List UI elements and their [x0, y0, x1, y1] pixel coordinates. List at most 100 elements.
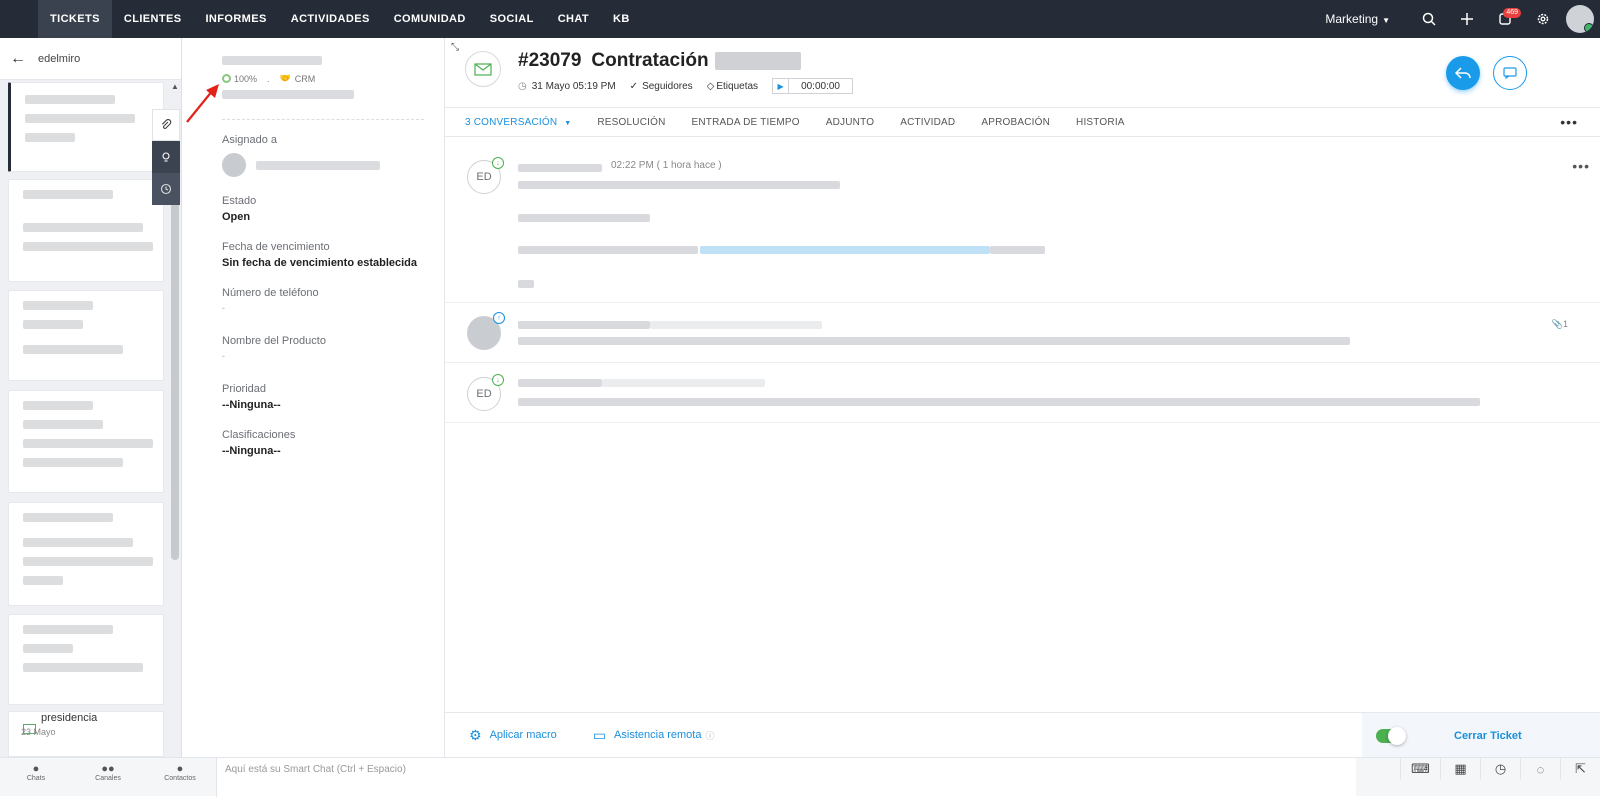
followers-label: Seguidores: [642, 80, 693, 92]
chevron-down-icon: ▼: [1382, 16, 1390, 25]
keyboard-icon[interactable]: ⌨: [1400, 758, 1440, 780]
conversation-thread[interactable]: ED ↓: [445, 363, 1600, 423]
ticket-date: ◷ 31 Mayo 05:19 PM: [518, 81, 616, 92]
nav-tab-informes[interactable]: INFORMES: [193, 0, 278, 38]
ticket-card[interactable]: [8, 390, 164, 493]
field-value-status[interactable]: Open: [222, 211, 444, 223]
assignee-avatar: [222, 153, 246, 177]
blurred-text: [23, 557, 153, 566]
field-label-status: Estado: [222, 195, 257, 207]
ticket-card[interactable]: [8, 179, 164, 282]
field-value-phone[interactable]: -: [222, 303, 444, 313]
tab-activity[interactable]: ACTIVIDAD: [900, 117, 955, 128]
field-value-product[interactable]: -: [222, 351, 444, 361]
apply-macro-button[interactable]: ⚙ Aplicar macro: [469, 727, 557, 744]
back-arrow-icon[interactable]: ←: [10, 50, 26, 68]
clock-icon[interactable]: ◷: [1480, 758, 1520, 780]
nav-tab-comunidad[interactable]: COMUNIDAD: [382, 0, 478, 38]
apply-macro-label: Aplicar macro: [489, 729, 557, 741]
collapse-icon[interactable]: ⤡: [451, 42, 459, 53]
nav-tab-clientes[interactable]: CLIENTES: [112, 0, 194, 38]
tab-history[interactable]: HISTORIA: [1076, 117, 1125, 128]
ticket-action-bar: ⚙ Aplicar macro ▭ Asistencia remota ⓘ Cerra…: [445, 712, 1600, 758]
footer-contacts[interactable]: ● Contactos: [144, 758, 216, 797]
close-ticket-button[interactable]: Cerrar Ticket: [1454, 730, 1522, 742]
blurred-link[interactable]: [700, 246, 990, 254]
thread-avatar: ED ↓: [467, 374, 504, 411]
blurred-text: [25, 95, 115, 104]
blurred-text: [518, 337, 1350, 345]
tab-approval[interactable]: APROBACIÓN: [981, 117, 1050, 128]
ticket-card[interactable]: [8, 290, 164, 381]
nav-tab-tickets[interactable]: TICKETS: [38, 0, 112, 38]
play-icon[interactable]: ▶: [773, 79, 790, 93]
followers-button[interactable]: ✓ Seguidores: [630, 81, 693, 92]
tab-resolution[interactable]: RESOLUCIÓN: [597, 117, 665, 128]
ticket-card[interactable]: [8, 614, 164, 705]
nav-tab-actividades[interactable]: ACTIVIDADES: [279, 0, 382, 38]
tab-time-entry[interactable]: ENTRADA DE TIEMPO: [692, 117, 800, 128]
close-toggle[interactable]: [1376, 726, 1406, 745]
attachment-count[interactable]: 📎1: [1552, 319, 1568, 330]
ticket-card[interactable]: [8, 82, 164, 172]
remote-assist-button[interactable]: ▭ Asistencia remota ⓘ: [593, 727, 715, 744]
more-options-icon[interactable]: •••: [1560, 114, 1578, 130]
more-options-icon[interactable]: •••: [1572, 158, 1590, 174]
ticket-list-filter: edelmiro: [38, 52, 81, 65]
calendar-icon[interactable]: ▦: [1440, 758, 1480, 780]
timer-value: 00:00:00: [801, 80, 840, 92]
ticket-card[interactable]: [8, 502, 164, 606]
tags-button[interactable]: ◇ Etiquetas: [707, 81, 758, 92]
blurred-text: [23, 538, 133, 547]
reply-all-button[interactable]: [1446, 56, 1480, 90]
blurred-text: [518, 398, 1480, 406]
department-selector[interactable]: Marketing ▼: [1325, 12, 1390, 26]
blurred-text: [23, 576, 63, 585]
tab-conversation[interactable]: 3 CONVERSACIÓN ▼: [465, 117, 571, 128]
blurred-text: [602, 379, 765, 387]
assignee-selector[interactable]: [222, 153, 444, 177]
ticket-card[interactable]: presidencia 23 Mayo: [8, 711, 164, 757]
tab-attachment[interactable]: ADJUNTO: [826, 117, 874, 128]
field-value-classification[interactable]: --Ninguna--: [222, 445, 444, 457]
blurred-text: [25, 133, 75, 142]
conversation-thread[interactable]: ↑ 📎1: [445, 303, 1600, 363]
nav-tab-chat[interactable]: CHAT: [546, 0, 601, 38]
blurred-text: [518, 280, 534, 288]
field-value-priority[interactable]: --Ninguna--: [222, 399, 444, 411]
info-icon[interactable]: ⓘ: [705, 729, 714, 742]
history-icon[interactable]: [152, 173, 180, 205]
blurred-text: [25, 114, 135, 123]
ticket-list-header: ← edelmiro: [0, 38, 181, 80]
crm-label[interactable]: CRM: [295, 74, 316, 84]
email-channel-icon: [23, 724, 36, 734]
user-avatar[interactable]: [1566, 5, 1594, 33]
lightbulb-icon[interactable]: [152, 141, 180, 173]
bottom-bar: ● Chats ●● Canales ● Contactos Aquí está su…: [0, 757, 1600, 797]
time-tracker[interactable]: ▶ 00:00:00: [772, 78, 853, 94]
smart-chat-input[interactable]: Aquí está su Smart Chat (Ctrl + Espacio): [216, 758, 1356, 797]
notification-badge: 469: [1503, 8, 1521, 18]
chat-icon[interactable]: ◌: [1520, 758, 1560, 780]
field-value-due-date[interactable]: Sin fecha de vencimiento establecida: [222, 257, 444, 269]
notification-icon[interactable]: 469: [1486, 0, 1524, 38]
conversation-thread[interactable]: ED ↓ 02:22 PM ( 1 hora hace ) •••: [445, 138, 1600, 303]
field-label-assignee: Asignado a: [222, 134, 278, 146]
footer-channels[interactable]: ●● Canales: [72, 758, 144, 797]
comment-button[interactable]: [1493, 56, 1527, 90]
annotation-arrow: [186, 84, 219, 123]
search-icon[interactable]: [1410, 0, 1448, 38]
share-icon[interactable]: ⇱: [1560, 758, 1600, 780]
scroll-up-arrow-icon[interactable]: ▲: [171, 82, 179, 91]
gear-icon[interactable]: [1524, 0, 1562, 38]
blurred-text: [23, 320, 83, 329]
footer-chats[interactable]: ● Chats: [0, 758, 72, 797]
monitor-icon: ▭: [592, 726, 607, 743]
blurred-text: [23, 513, 113, 522]
nav-tab-social[interactable]: SOCIAL: [478, 0, 546, 38]
nav-tab-kb[interactable]: KB: [601, 0, 642, 38]
attachment-icon[interactable]: [152, 109, 180, 141]
plus-icon[interactable]: [1448, 0, 1486, 38]
top-nav: TICKETS CLIENTES INFORMES ACTIVIDADES CO…: [0, 0, 1600, 38]
happiness-rating-icon: [222, 74, 231, 83]
